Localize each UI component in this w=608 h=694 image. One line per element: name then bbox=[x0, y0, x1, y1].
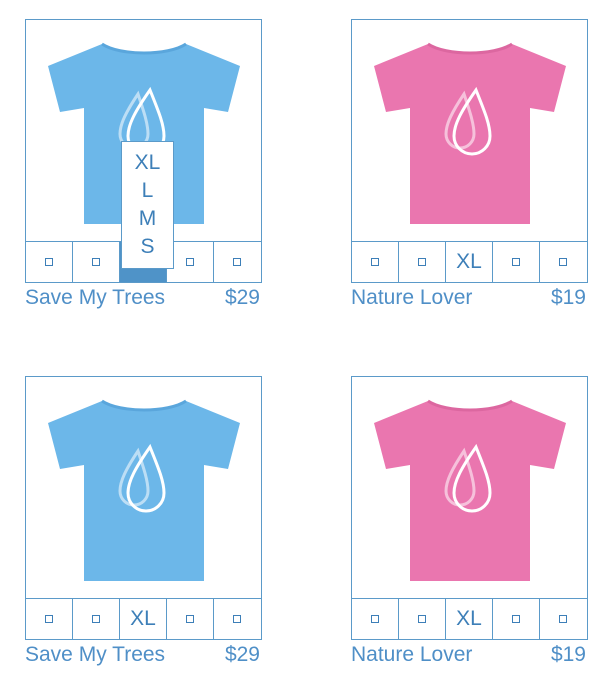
size-option-4[interactable] bbox=[167, 598, 215, 639]
product-name[interactable]: Nature Lover bbox=[351, 643, 472, 667]
product-name[interactable]: Save My Trees bbox=[25, 643, 165, 667]
product-info: Nature Lover $19 bbox=[351, 643, 586, 667]
square-icon bbox=[44, 257, 53, 266]
size-option-5[interactable] bbox=[214, 599, 260, 639]
product-price: $19 bbox=[550, 286, 586, 309]
product-frame: XL bbox=[350, 376, 588, 640]
product-frame: XL bbox=[24, 376, 262, 640]
square-icon bbox=[91, 614, 100, 623]
tshirt-image bbox=[374, 399, 566, 581]
product-image[interactable] bbox=[352, 20, 587, 243]
size-option-1[interactable] bbox=[26, 241, 73, 282]
size-option-5[interactable] bbox=[214, 242, 260, 282]
product-image[interactable] bbox=[352, 377, 587, 600]
size-option-4[interactable] bbox=[493, 598, 541, 639]
size-dropdown[interactable]: XL L M S bbox=[121, 141, 174, 269]
product-card[interactable]: XL L M S XL Save My Trees $29 bbox=[24, 19, 265, 310]
product-info: Save My Trees $29 bbox=[25, 286, 260, 310]
size-option-1[interactable] bbox=[26, 598, 73, 639]
product-name[interactable]: Nature Lover bbox=[351, 286, 472, 310]
product-name[interactable]: Save My Trees bbox=[25, 286, 165, 310]
size-option[interactable]: S bbox=[140, 236, 154, 258]
product-image[interactable] bbox=[26, 377, 261, 600]
square-icon bbox=[417, 614, 426, 623]
size-option-3[interactable]: XL bbox=[120, 598, 168, 639]
product-card[interactable]: XL Nature Lover $19 bbox=[350, 19, 591, 310]
square-icon bbox=[512, 257, 521, 266]
size-option-4[interactable] bbox=[167, 241, 215, 282]
size-option-3[interactable]: XL bbox=[446, 241, 494, 282]
size-option-2[interactable] bbox=[399, 241, 446, 282]
product-info: Nature Lover $19 bbox=[351, 286, 586, 310]
size-selector: XL bbox=[350, 597, 588, 640]
square-icon bbox=[417, 257, 426, 266]
size-option-2[interactable] bbox=[73, 598, 120, 639]
size-option[interactable]: L bbox=[142, 180, 154, 202]
square-icon bbox=[186, 257, 195, 266]
size-option[interactable]: M bbox=[139, 208, 157, 230]
size-selector: XL bbox=[24, 597, 262, 640]
size-option-5[interactable] bbox=[540, 599, 586, 639]
product-frame: XL L M S XL bbox=[24, 19, 262, 283]
size-option-1[interactable] bbox=[352, 241, 399, 282]
square-icon bbox=[370, 614, 379, 623]
square-icon bbox=[559, 257, 568, 266]
size-option-3[interactable]: XL bbox=[446, 598, 494, 639]
square-icon bbox=[233, 257, 242, 266]
square-icon bbox=[91, 257, 100, 266]
square-icon bbox=[370, 257, 379, 266]
size-option-4[interactable] bbox=[493, 241, 541, 282]
size-option[interactable]: XL bbox=[135, 152, 161, 174]
product-price: $19 bbox=[550, 643, 586, 666]
square-icon bbox=[44, 614, 53, 623]
size-selector: XL bbox=[350, 240, 588, 283]
square-icon bbox=[512, 614, 521, 623]
size-option-2[interactable] bbox=[399, 598, 446, 639]
product-card[interactable]: XL Nature Lover $19 bbox=[350, 376, 591, 667]
tshirt-image bbox=[374, 42, 566, 224]
product-price: $29 bbox=[224, 643, 260, 666]
tshirt-image bbox=[48, 399, 240, 581]
square-icon bbox=[559, 614, 568, 623]
square-icon bbox=[186, 614, 195, 623]
size-option-2[interactable] bbox=[73, 241, 120, 282]
product-card[interactable]: XL Save My Trees $29 bbox=[24, 376, 265, 667]
size-option-1[interactable] bbox=[352, 598, 399, 639]
size-option-5[interactable] bbox=[540, 242, 586, 282]
product-price: $29 bbox=[224, 286, 260, 309]
product-info: Save My Trees $29 bbox=[25, 643, 260, 667]
square-icon bbox=[233, 614, 242, 623]
product-frame: XL bbox=[350, 19, 588, 283]
